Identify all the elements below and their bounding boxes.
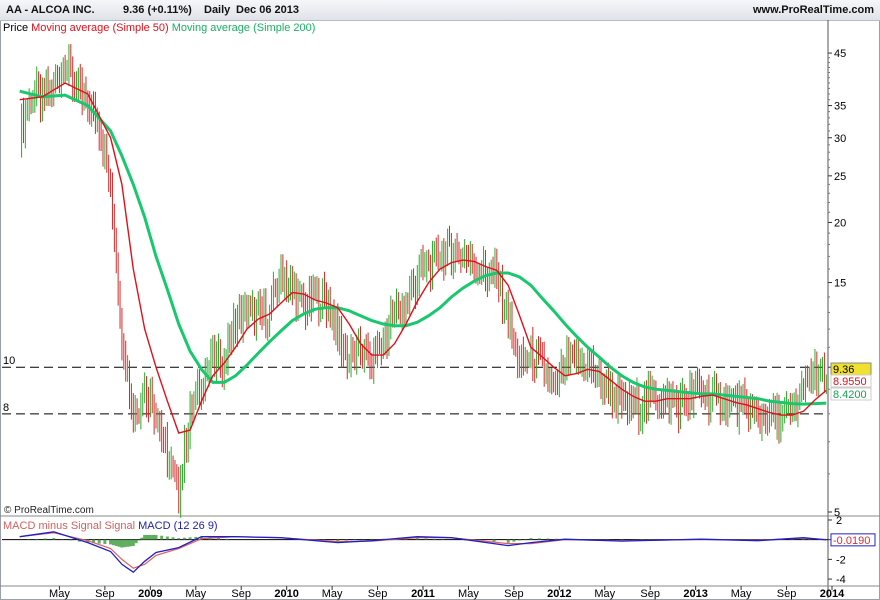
macd-hist-bar [188, 537, 192, 540]
x-tick-label: May [322, 588, 343, 600]
x-tick-label: 2011 [411, 588, 435, 600]
x-tick-label: Sep [368, 588, 388, 600]
y-tick-label: 30 [834, 133, 846, 145]
x-tick-label: May [594, 588, 615, 600]
macd-hist-bar [512, 539, 516, 542]
chart-canvas: 5101520253035451089.368.95508.4200MaySep… [0, 20, 880, 600]
x-tick-label: Sep [231, 588, 251, 600]
macd-hist-bar [432, 538, 436, 540]
price-label-1: 8.9550 [833, 376, 867, 388]
x-tick-label: 2014 [820, 588, 845, 600]
hline-label: 8 [3, 402, 9, 414]
macd-hist-bar [109, 539, 113, 545]
macd-hist-bar [546, 538, 550, 540]
macd-hist-bar [182, 537, 186, 540]
macd-hist-bar [103, 539, 107, 545]
macd-hist-bar [506, 539, 510, 543]
y-tick-label: 25 [834, 171, 846, 183]
price-label-2: 8.4200 [833, 389, 867, 401]
macd-hist-bar [111, 539, 115, 546]
macd-hist-bar [126, 539, 130, 547]
macd-hist-bar [424, 538, 428, 540]
macd-hist-bar [165, 536, 169, 540]
macd-hist-bar [370, 538, 374, 540]
macd-hist-bar [802, 538, 806, 540]
y-tick-label: 20 [834, 217, 846, 229]
x-tick-label: 2010 [274, 588, 298, 600]
macd-tick-label: 2 [836, 515, 842, 527]
y-tick-label: 35 [834, 101, 846, 113]
macd-hist-bar [171, 537, 175, 540]
macd-hist-bar [151, 534, 155, 540]
hline-label: 10 [3, 355, 15, 367]
macd-hist-bar [137, 539, 141, 541]
x-tick-label: May [185, 588, 206, 600]
y-tick-label: 15 [834, 278, 846, 290]
y-tick-label: 45 [834, 48, 846, 60]
x-tick-label: May [49, 588, 70, 600]
macd-hist-bar [145, 534, 149, 540]
x-tick-label: May [458, 588, 479, 600]
macd-hist-bar [134, 539, 138, 544]
x-tick-label: May [731, 588, 752, 600]
x-tick-label: 2012 [547, 588, 571, 600]
macd-hist-bar [225, 538, 229, 540]
price-label-0: 9.36 [833, 364, 854, 376]
x-tick-label: Sep [640, 588, 660, 600]
macd-hist-bar [52, 538, 56, 540]
macd-hist-bar [529, 538, 533, 540]
macd-hist-bar [97, 539, 101, 544]
macd-hist-bar [344, 539, 348, 541]
macd-hist-bar [143, 534, 147, 540]
x-tick-label: 2009 [138, 588, 162, 600]
macd-tick-label: -4 [836, 574, 846, 586]
macd-hist-bar [69, 539, 73, 541]
macd-hist-bar [131, 539, 135, 546]
macd-hist-bar [117, 539, 121, 547]
macd-hist-bar [148, 534, 152, 540]
macd-hist-bar [160, 535, 164, 540]
macd-hist-bar [35, 538, 39, 540]
x-tick-label: Sep [504, 588, 524, 600]
x-tick-label: Sep [777, 588, 797, 600]
macd-hist-bar [120, 539, 124, 548]
macd-hist-bar [518, 539, 522, 541]
macd-hist-bar [128, 539, 132, 547]
x-tick-label: 2013 [683, 588, 707, 600]
macd-value-label: -0.0190 [833, 535, 870, 547]
macd-hist-bar [43, 538, 47, 540]
macd-hist-bar [140, 537, 144, 540]
x-tick-label: Sep [95, 588, 115, 600]
macd-tick-label: -2 [836, 554, 846, 566]
macd-hist-bar [114, 539, 118, 546]
macd-hist-bar [154, 534, 158, 540]
macd-hist-bar [537, 538, 541, 540]
macd-hist-bar [177, 538, 181, 540]
macd-hist-bar [123, 539, 127, 548]
